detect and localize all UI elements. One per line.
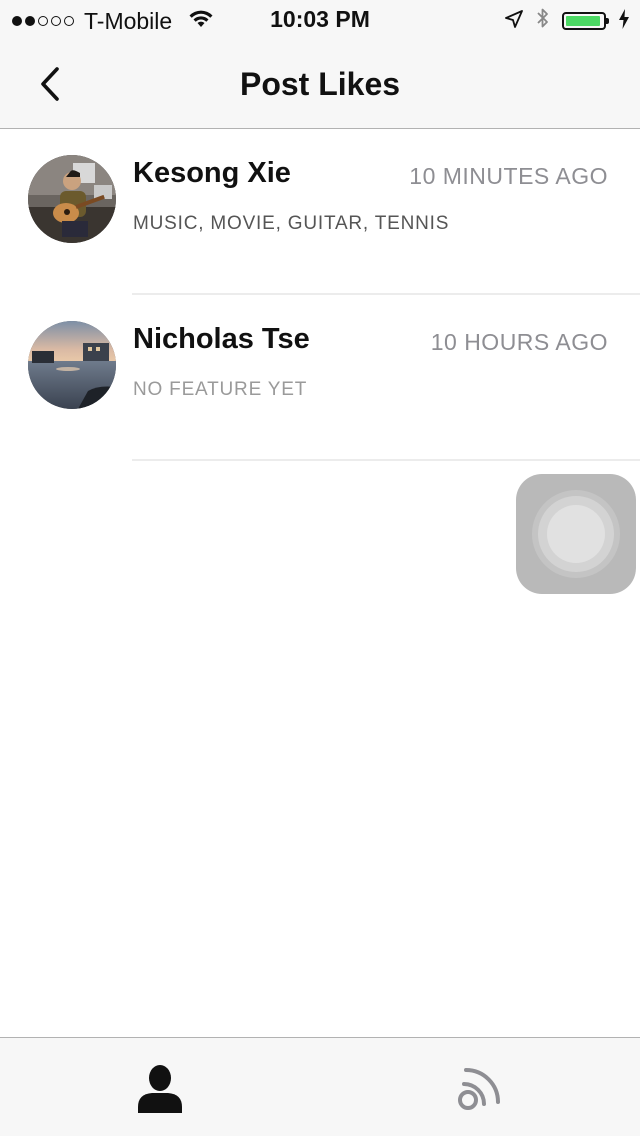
like-time: 10 MINUTES AGO — [409, 163, 608, 189]
user-name: Nicholas Tse — [133, 323, 310, 355]
location-arrow-icon — [504, 8, 524, 35]
tab-bar — [0, 1037, 640, 1136]
like-time: 10 HOURS AGO — [430, 329, 608, 355]
bluetooth-icon — [536, 6, 550, 36]
row-divider — [132, 459, 640, 461]
assistive-touch-ring — [532, 490, 620, 578]
avatar[interactable] — [28, 155, 116, 243]
charging-bolt-icon — [618, 8, 630, 35]
user-name: Kesong Xie — [133, 157, 291, 189]
navigation-bar: Post Likes — [0, 40, 640, 129]
battery-icon — [562, 12, 609, 30]
list-item[interactable]: Kesong Xie 10 MINUTES AGO MUSIC, MOVIE, … — [0, 129, 640, 295]
person-icon — [138, 1065, 182, 1113]
person-with-guitar-photo — [28, 155, 116, 243]
tab-feed[interactable] — [440, 1058, 520, 1118]
user-tags: MUSIC, MOVIE, GUITAR, TENNIS — [133, 213, 450, 234]
list-item[interactable]: Nicholas Tse 10 HOURS AGO NO FEATURE YET — [0, 295, 640, 461]
avatar[interactable] — [28, 321, 116, 409]
tab-profile[interactable] — [120, 1058, 200, 1118]
user-tags: NO FEATURE YET — [133, 379, 308, 400]
status-right — [504, 8, 630, 34]
page-title: Post Likes — [239, 66, 401, 102]
likes-list: Kesong Xie 10 MINUTES AGO MUSIC, MOVIE, … — [0, 129, 640, 461]
feed-icon — [458, 1068, 500, 1110]
status-bar: T-Mobile 10:03 PM — [0, 0, 640, 40]
battery-level — [566, 16, 601, 26]
waterfront-sunset-photo — [28, 321, 116, 409]
assistive-touch-core — [547, 505, 605, 563]
assistive-touch-button[interactable] — [516, 474, 636, 594]
assistive-touch-ring — [538, 496, 614, 572]
